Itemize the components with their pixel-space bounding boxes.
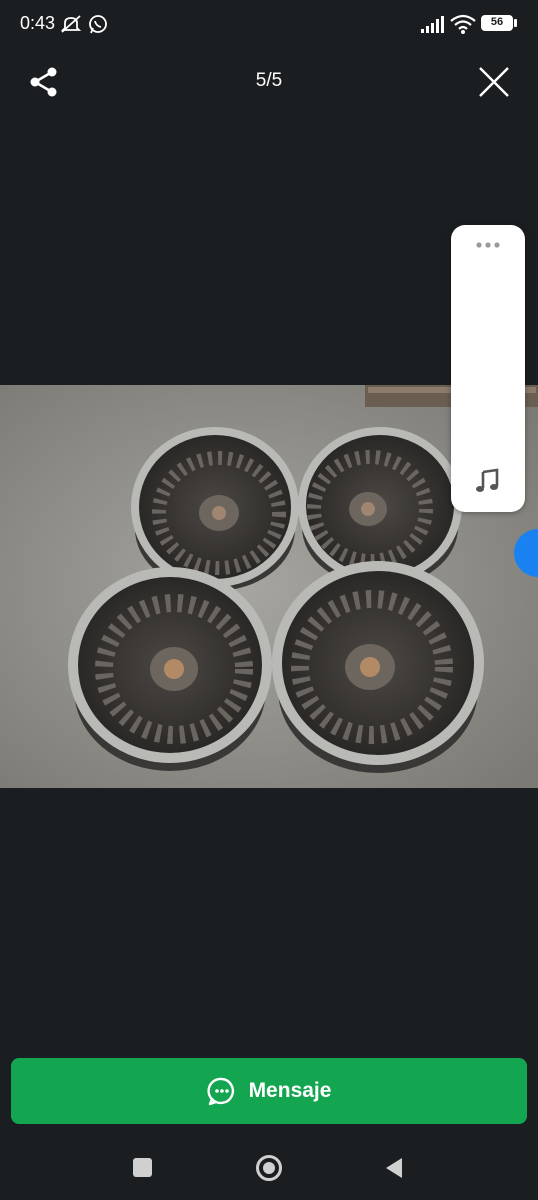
message-button[interactable]: Mensaje xyxy=(11,1058,527,1124)
home-circle-icon[interactable] xyxy=(256,1155,282,1181)
floating-side-panel[interactable] xyxy=(451,225,525,512)
status-time: 0:43 xyxy=(20,13,56,33)
do-not-disturb-off-icon xyxy=(60,15,82,33)
battery-icon: 56 xyxy=(481,15,513,31)
more-horizontal-icon[interactable] xyxy=(475,241,501,249)
recents-square-icon[interactable] xyxy=(133,1158,152,1177)
status-bar: 0:43 56 xyxy=(0,0,538,50)
system-nav-bar xyxy=(0,1140,538,1200)
close-icon[interactable] xyxy=(476,64,512,100)
message-button-label: Mensaje xyxy=(248,1079,332,1102)
signal-icon xyxy=(421,16,444,33)
battery-level: 56 xyxy=(490,16,504,28)
music-note-icon[interactable] xyxy=(474,468,500,494)
image-counter: 5/5 xyxy=(255,70,283,91)
home-circle-dot xyxy=(263,1162,275,1174)
whatsapp-icon xyxy=(89,15,107,34)
chat-bubble-icon xyxy=(206,1077,234,1106)
back-triangle-icon[interactable] xyxy=(384,1157,404,1179)
wifi-icon xyxy=(450,14,476,34)
viewer-top-bar: 5/5 xyxy=(0,52,538,112)
battery-tip xyxy=(514,19,517,27)
